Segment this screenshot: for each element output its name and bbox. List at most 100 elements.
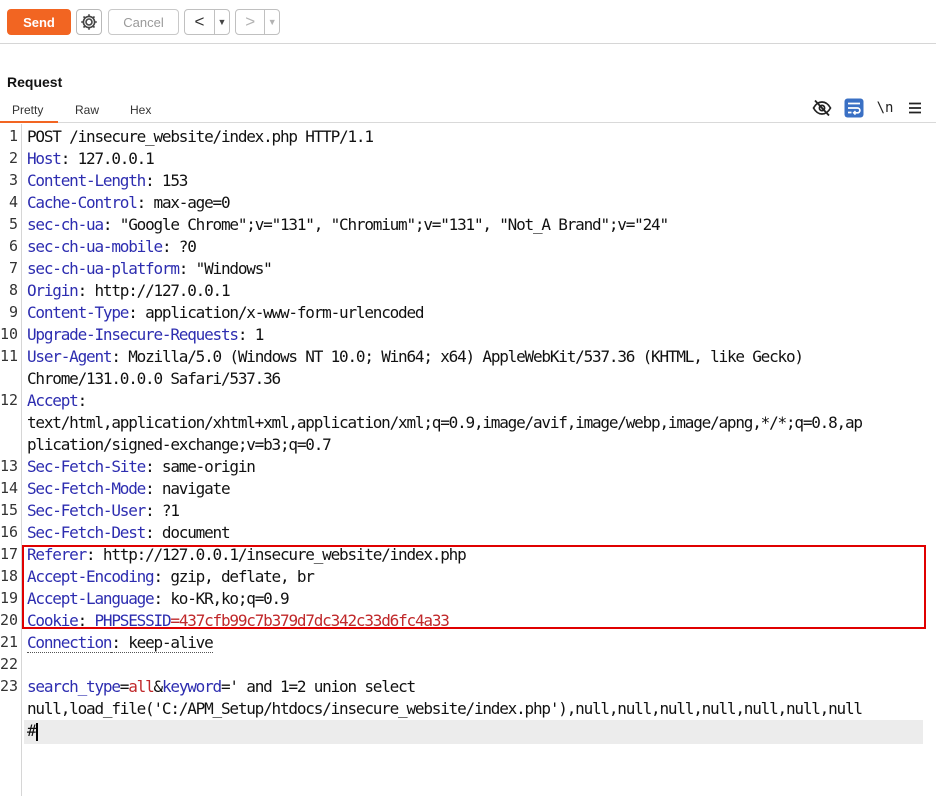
token-text: : 127.0.0.1 bbox=[60, 149, 155, 168]
editor-line[interactable]: text/html,application/xhtml+xml,applicat… bbox=[0, 413, 936, 435]
editor-line[interactable]: 3 Content-Length: 153 bbox=[0, 171, 936, 193]
hide-nonprintable-button[interactable] bbox=[811, 98, 833, 118]
token-text: # bbox=[27, 721, 37, 740]
request-view-tabs: Pretty Raw Hex bbox=[0, 97, 936, 123]
editor-line[interactable]: 23 search_type=all&keyword=' and 1=2 unio… bbox=[0, 677, 936, 699]
token-key: Sec-Fetch-Mode bbox=[27, 479, 146, 498]
forward-dropdown-button[interactable]: ▼ bbox=[264, 10, 279, 34]
editor-line[interactable]: 5 sec-ch-ua: "Google Chrome";v="131", "Ch… bbox=[0, 215, 936, 237]
line-number: 20 bbox=[0, 611, 19, 629]
editor-line[interactable]: plication/signed-exchange;v=b3;q=0.7 bbox=[0, 435, 936, 457]
line-text: plication/signed-exchange;v=b3;q=0.7 bbox=[27, 435, 332, 454]
token-text: : navigate bbox=[145, 479, 231, 498]
editor-line[interactable]: 14 Sec-Fetch-Mode: navigate bbox=[0, 479, 936, 501]
token-text: : "Google Chrome";v="131", "Chromium";v=… bbox=[102, 215, 669, 234]
line-text: Sec-Fetch-Dest: document bbox=[27, 523, 231, 542]
token-text: = bbox=[119, 677, 130, 696]
token-key: sec-ch-ua bbox=[27, 215, 104, 234]
tab-raw[interactable]: Raw bbox=[75, 103, 99, 117]
request-panel-title: Request bbox=[7, 74, 63, 90]
active-tab-indicator bbox=[0, 121, 58, 123]
settings-button[interactable] bbox=[76, 9, 102, 35]
line-number: 11 bbox=[0, 347, 19, 365]
line-text: Cache-Control: max-age=0 bbox=[27, 193, 231, 212]
editor-line[interactable]: 22 bbox=[0, 655, 936, 677]
line-number: 5 bbox=[8, 215, 18, 233]
token-text: ' and 1=2 union select bbox=[229, 677, 416, 696]
sql-injection-highlight-box bbox=[22, 545, 926, 629]
token-text: : max-age=0 bbox=[136, 193, 231, 212]
line-text: Sec-Fetch-User: ?1 bbox=[27, 501, 180, 520]
word-wrap-toggle[interactable] bbox=[843, 98, 865, 118]
token-key: Content-Length bbox=[27, 171, 146, 190]
tab-hex[interactable]: Hex bbox=[130, 103, 151, 117]
editor-line[interactable]: 6 sec-ch-ua-mobile: ?0 bbox=[0, 237, 936, 259]
token-key: sec-ch-ua-platform bbox=[27, 259, 180, 278]
editor-line[interactable]: 9 Content-Type: application/x-www-form-ur… bbox=[0, 303, 936, 325]
editor-line[interactable]: 11 User-Agent: Mozilla/5.0 (Windows NT 10… bbox=[0, 347, 936, 369]
line-number: 17 bbox=[0, 545, 19, 563]
text-caret bbox=[36, 722, 39, 741]
history-back-group: < ▼ bbox=[184, 9, 230, 35]
history-forward-group: > ▼ bbox=[235, 9, 280, 35]
line-text: Upgrade-Insecure-Requests: 1 bbox=[27, 325, 264, 344]
line-number: 15 bbox=[0, 501, 19, 519]
line-text: # bbox=[27, 721, 39, 741]
options-menu-button[interactable] bbox=[904, 98, 926, 118]
editor-line[interactable]: 1 POST /insecure_website/index.php HTTP/1… bbox=[0, 127, 936, 149]
line-number: 23 bbox=[0, 677, 19, 695]
request-editor[interactable]: 1 POST /insecure_website/index.php HTTP/1… bbox=[0, 124, 936, 796]
editor-line[interactable]: 16 Sec-Fetch-Dest: document bbox=[0, 523, 936, 545]
line-number: 10 bbox=[0, 325, 19, 343]
line-text: POST /insecure_website/index.php HTTP/1.… bbox=[27, 127, 374, 146]
token-key: Sec-Fetch-User bbox=[27, 501, 146, 520]
editor-line[interactable]: Chrome/131.0.0.0 Safari/537.36 bbox=[0, 369, 936, 391]
editor-line[interactable]: 21 Connection: keep-alive bbox=[0, 633, 936, 655]
token-text: : http://127.0.0.1 bbox=[77, 281, 231, 300]
editor-line[interactable]: 13 Sec-Fetch-Site: same-origin bbox=[0, 457, 936, 479]
token-text: : "Windows" bbox=[178, 259, 273, 278]
token-key: Content-Type bbox=[27, 303, 129, 322]
newline-icon: \n bbox=[876, 100, 894, 116]
token-text: & bbox=[153, 677, 164, 696]
token-text: plication/signed-exchange;v=b3;q=0.7 bbox=[27, 435, 332, 454]
line-text: User-Agent: Mozilla/5.0 (Windows NT 10.0… bbox=[27, 347, 804, 366]
editor-line[interactable]: 7 sec-ch-ua-platform: "Windows" bbox=[0, 259, 936, 281]
editor-line[interactable]: null,load_file('C:/APM_Setup/htdocs/inse… bbox=[0, 699, 936, 721]
line-text: search_type=all&keyword=' and 1=2 union … bbox=[27, 677, 416, 696]
newline-toggle[interactable]: \n bbox=[874, 98, 896, 118]
line-text: sec-ch-ua: "Google Chrome";v="131", "Chr… bbox=[27, 215, 669, 234]
cancel-button[interactable]: Cancel bbox=[108, 9, 179, 35]
editor-line[interactable]: 4 Cache-Control: max-age=0 bbox=[0, 193, 936, 215]
line-number: 14 bbox=[0, 479, 19, 497]
line-number: 2 bbox=[8, 149, 18, 167]
token-key: search_type bbox=[27, 677, 121, 696]
send-button[interactable]: Send bbox=[7, 9, 71, 35]
eye-slash-icon bbox=[812, 99, 832, 117]
token-key: Connection bbox=[27, 633, 113, 653]
token-key: Sec-Fetch-Dest bbox=[27, 523, 146, 542]
token-key: keyword bbox=[161, 677, 222, 696]
line-number: 12 bbox=[0, 391, 19, 409]
editor-line[interactable]: 15 Sec-Fetch-User: ?1 bbox=[0, 501, 936, 523]
line-number: 13 bbox=[0, 457, 19, 475]
token-key: Accept bbox=[27, 391, 79, 410]
token-text: : 153 bbox=[145, 171, 188, 190]
line-number: 4 bbox=[8, 193, 18, 211]
editor-line[interactable]: # bbox=[0, 721, 936, 743]
back-dropdown-button[interactable]: ▼ bbox=[214, 10, 229, 34]
token-text: : keep-alive bbox=[111, 633, 214, 653]
line-text: Chrome/131.0.0.0 Safari/537.36 bbox=[27, 369, 281, 388]
forward-button[interactable]: > bbox=[236, 10, 264, 34]
editor-line[interactable]: 12 Accept: bbox=[0, 391, 936, 413]
editor-line[interactable]: 2 Host: 127.0.0.1 bbox=[0, 149, 936, 171]
editor-line[interactable]: 10 Upgrade-Insecure-Requests: 1 bbox=[0, 325, 936, 347]
back-button[interactable]: < bbox=[185, 10, 214, 34]
line-text: sec-ch-ua-mobile: ?0 bbox=[27, 237, 197, 256]
line-number: 7 bbox=[8, 259, 18, 277]
gear-icon bbox=[81, 14, 97, 30]
tab-pretty[interactable]: Pretty bbox=[12, 103, 43, 117]
token-text: : same-origin bbox=[145, 457, 256, 476]
editor-line[interactable]: 8 Origin: http://127.0.0.1 bbox=[0, 281, 936, 303]
token-text: : ?1 bbox=[145, 501, 180, 520]
